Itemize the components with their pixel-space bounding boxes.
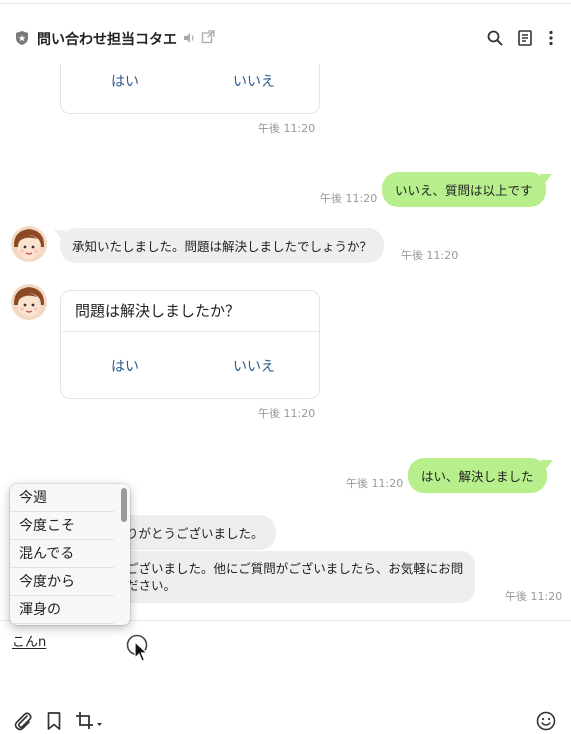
ime-candidate[interactable]: 今度こそ bbox=[10, 512, 114, 540]
message-text-line: ございました。他にご質問がございましたら、お気軽にお問 bbox=[126, 561, 464, 576]
ime-candidate[interactable]: 渾身の bbox=[10, 596, 114, 624]
message-text: いいえ、質問は以上です bbox=[395, 183, 533, 198]
ime-candidate[interactable]: 今週 bbox=[10, 484, 114, 512]
ime-candidate[interactable]: 混んでる bbox=[10, 540, 114, 568]
bookmark-icon[interactable] bbox=[43, 710, 65, 732]
reply-yes-button[interactable]: はい bbox=[111, 356, 139, 376]
emoji-icon[interactable] bbox=[535, 710, 557, 732]
reply-no-button[interactable]: いいえ bbox=[233, 356, 275, 376]
crop-icon[interactable] bbox=[74, 710, 104, 732]
shield-icon bbox=[16, 31, 28, 45]
ime-candidate-list[interactable]: 今週 今度こそ 混んでる 今度から 渾身の bbox=[10, 484, 130, 625]
card-question: 問題は解決しましたか？ bbox=[61, 291, 319, 332]
notes-icon[interactable] bbox=[515, 28, 535, 48]
bubble-tail bbox=[540, 460, 553, 470]
timestamp: 午後 11:20 bbox=[258, 122, 316, 135]
avatar bbox=[11, 284, 47, 320]
timestamp: 午後 11:20 bbox=[320, 192, 378, 205]
timestamp: 午後 11:20 bbox=[258, 407, 316, 420]
chat-header: 問い合わせ担当コタエ bbox=[0, 0, 571, 64]
timestamp: 午後 11:20 bbox=[401, 249, 459, 262]
speaker-icon[interactable] bbox=[182, 31, 196, 45]
avatar bbox=[11, 226, 47, 262]
mouse-cursor-icon bbox=[126, 634, 149, 662]
message-input-area[interactable]: こんn bbox=[0, 620, 571, 734]
chat-window: はい いいえ 午後 11:20 午後 11:20 いいえ、質問は以上です 承知い… bbox=[0, 0, 571, 734]
my-message-bubble: はい、解決しました bbox=[408, 458, 553, 493]
search-icon[interactable] bbox=[485, 28, 505, 48]
divider bbox=[0, 3, 571, 4]
reply-yes-button[interactable]: はい bbox=[111, 71, 139, 91]
message-text: はい、解決しました bbox=[421, 469, 534, 484]
bubble-tail bbox=[54, 230, 66, 240]
quick-reply-card: 問題は解決しましたか？ はい いいえ bbox=[60, 290, 320, 399]
ime-candidate[interactable]: 今度から bbox=[10, 568, 114, 596]
message-text: 承知いたしました。問題は解決しましたでしょうか？ bbox=[72, 239, 373, 254]
message-input[interactable]: こんn bbox=[12, 631, 46, 650]
quick-reply-options: はい いいえ bbox=[61, 332, 319, 396]
timestamp: 午後 11:20 bbox=[505, 590, 563, 603]
my-message-bubble: いいえ、質問は以上です bbox=[382, 172, 552, 207]
popout-icon[interactable] bbox=[201, 30, 215, 44]
bot-message-bubble: 承知いたしました。問題は解決しましたでしょうか？ bbox=[54, 228, 385, 263]
ime-scrollbar[interactable] bbox=[121, 488, 127, 522]
bubble-tail bbox=[539, 174, 552, 184]
message-text: りがとうございました。 bbox=[126, 526, 264, 541]
message-text-line: ださい。 bbox=[126, 578, 177, 593]
reply-no-button[interactable]: いいえ bbox=[233, 71, 275, 91]
more-icon[interactable] bbox=[541, 28, 561, 48]
attachment-icon[interactable] bbox=[12, 710, 34, 732]
timestamp: 午後 11:20 bbox=[346, 477, 404, 490]
chat-title: 問い合わせ担当コタエ bbox=[37, 32, 177, 48]
